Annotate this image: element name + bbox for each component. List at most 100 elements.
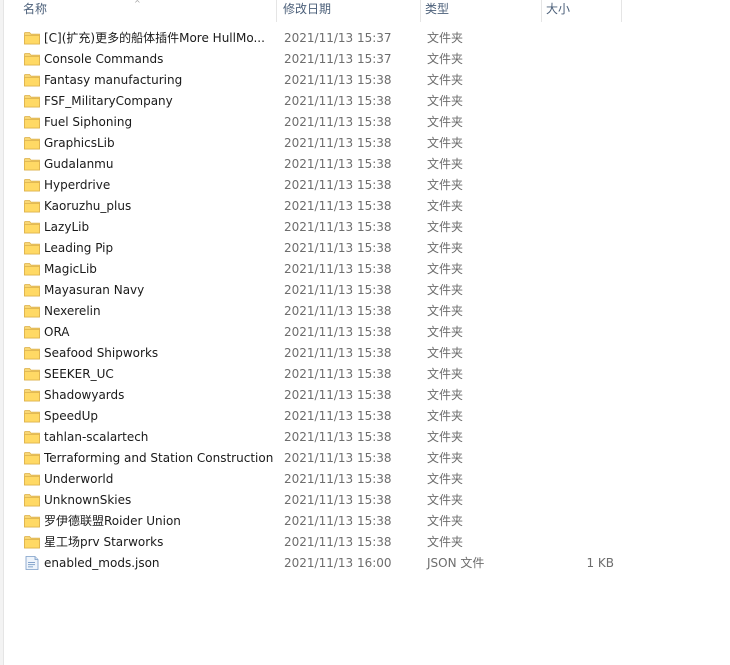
file-type: 文件夹 [427,451,464,465]
file-row[interactable]: ORA 2021/11/13 15:38 文件夹 [0,321,730,342]
file-row[interactable]: MagicLib 2021/11/13 15:38 文件夹 [0,258,730,279]
file-name-cell: UnknownSkies [0,493,280,507]
file-row[interactable]: Shadowyards 2021/11/13 15:38 文件夹 [0,384,730,405]
file-row[interactable]: tahlan-scalartech 2021/11/13 15:38 文件夹 [0,426,730,447]
file-row[interactable]: 星工场prv Starworks 2021/11/13 15:38 文件夹 [0,531,730,552]
column-header-size[interactable]: 大小 [542,0,622,22]
file-name-label: SpeedUp [44,408,99,423]
modified-date: 2021/11/13 15:37 [284,30,392,45]
file-row[interactable]: Underworld 2021/11/13 15:38 文件夹 [0,468,730,489]
file-name-cell: Underworld [0,472,280,486]
file-row[interactable]: UnknownSkies 2021/11/13 15:38 文件夹 [0,489,730,510]
modified-date: 2021/11/13 15:38 [284,261,392,276]
file-name-cell: 星工场prv Starworks [0,533,280,550]
file-row[interactable]: Hyperdrive 2021/11/13 15:38 文件夹 [0,174,730,195]
file-row[interactable]: Nexerelin 2021/11/13 15:38 文件夹 [0,300,730,321]
file-row[interactable]: enabled_mods.json 2021/11/13 16:00 JSON 文件… [0,552,730,573]
file-name-label: Terraforming and Station Construction [44,450,274,465]
file-name-label: Nexerelin [44,303,101,318]
file-name-label: Hyperdrive [44,177,111,192]
folder-icon [24,241,40,255]
file-name-cell: Fuel Siphoning [0,115,280,129]
file-row[interactable]: Fuel Siphoning 2021/11/13 15:38 文件夹 [0,111,730,132]
folder-icon [24,220,40,234]
file-name-cell: LazyLib [0,220,280,234]
file-row[interactable]: SpeedUp 2021/11/13 15:38 文件夹 [0,405,730,426]
file-type: 文件夹 [427,220,464,234]
modified-date: 2021/11/13 15:38 [284,303,392,318]
modified-date: 2021/11/13 15:38 [284,513,392,528]
modified-date: 2021/11/13 15:38 [284,114,392,129]
modified-date: 2021/11/13 15:38 [284,534,392,549]
file-type: 文件夹 [427,346,464,360]
json-file-icon [24,556,40,570]
file-row[interactable]: [C](扩充)更多的船体插件More HullMo... 2021/11/13 1… [0,27,730,48]
file-row[interactable]: Leading Pip 2021/11/13 15:38 文件夹 [0,237,730,258]
file-name-label: enabled_mods.json [44,555,160,570]
file-list: [C](扩充)更多的船体插件More HullMo... 2021/11/13 1… [0,27,730,573]
modified-date: 2021/11/13 15:38 [284,324,392,339]
file-type: 文件夹 [427,31,464,45]
file-name-cell: Terraforming and Station Construction [0,451,280,465]
file-type: 文件夹 [427,409,464,423]
modified-date: 2021/11/13 15:38 [284,135,392,150]
file-row[interactable]: Mayasuran Navy 2021/11/13 15:38 文件夹 [0,279,730,300]
file-name-cell: ORA [0,325,280,339]
modified-date: 2021/11/13 15:38 [284,240,392,255]
file-name-label: Leading Pip [44,240,114,255]
file-row[interactable]: Fantasy manufacturing 2021/11/13 15:38 文件夹 [0,69,730,90]
file-name-cell: MagicLib [0,262,280,276]
folder-icon [24,472,40,486]
file-row[interactable]: Kaoruzhu_plus 2021/11/13 15:38 文件夹 [0,195,730,216]
column-header-type[interactable]: 类型 [421,0,542,22]
file-row[interactable]: Gudalanmu 2021/11/13 15:38 文件夹 [0,153,730,174]
file-type: 文件夹 [427,136,464,150]
file-row[interactable]: 罗伊德联盟Roider Union 2021/11/13 15:38 文件夹 [0,510,730,531]
file-name-label: 罗伊德联盟Roider Union [44,514,181,528]
folder-icon [24,367,40,381]
column-header-date[interactable]: 修改日期 [277,0,421,22]
folder-icon [24,94,40,108]
sort-ascending-icon: ^ [134,0,141,8]
file-name-label: ORA [44,324,70,339]
file-name-label: Shadowyards [44,387,125,402]
file-name-label: Gudalanmu [44,156,114,171]
file-type: 文件夹 [427,367,464,381]
folder-icon [24,157,40,171]
file-name-label: GraphicsLib [44,135,115,150]
file-name-label: Seafood Shipworks [44,345,159,360]
file-type: 文件夹 [427,472,464,486]
file-row[interactable]: SEEKER_UC 2021/11/13 15:38 文件夹 [0,363,730,384]
file-name-label: SEEKER_UC [44,366,114,381]
folder-icon [24,115,40,129]
file-name-cell: [C](扩充)更多的船体插件More HullMo... [0,29,280,46]
folder-icon [24,346,40,360]
folder-icon [24,52,40,66]
file-name-cell: 罗伊德联盟Roider Union [0,512,280,529]
file-type: 文件夹 [427,388,464,402]
folder-icon [24,451,40,465]
file-type: 文件夹 [427,304,464,318]
file-name-cell: Hyperdrive [0,178,280,192]
file-name-label: FSF_MilitaryCompany [44,93,173,108]
modified-date: 2021/11/13 15:38 [284,450,392,465]
file-name-cell: enabled_mods.json [0,555,280,570]
file-name-label: MagicLib [44,261,97,276]
file-name-cell: tahlan-scalartech [0,430,280,444]
column-header-name[interactable]: ^ 名称 [4,0,277,22]
file-row[interactable]: GraphicsLib 2021/11/13 15:38 文件夹 [0,132,730,153]
file-size: 1 KB [586,555,614,570]
file-row[interactable]: Console Commands 2021/11/13 15:37 文件夹 [0,48,730,69]
file-row[interactable]: FSF_MilitaryCompany 2021/11/13 15:38 文件夹 [0,90,730,111]
folder-icon [24,325,40,339]
file-type: 文件夹 [427,73,464,87]
file-type: 文件夹 [427,493,464,507]
file-name-cell: GraphicsLib [0,136,280,150]
folder-icon [24,283,40,297]
file-row[interactable]: LazyLib 2021/11/13 15:38 文件夹 [0,216,730,237]
modified-date: 2021/11/13 15:38 [284,471,392,486]
file-row[interactable]: Terraforming and Station Construction 202… [0,447,730,468]
file-type: 文件夹 [427,178,464,192]
modified-date: 2021/11/13 15:38 [284,219,392,234]
file-row[interactable]: Seafood Shipworks 2021/11/13 15:38 文件夹 [0,342,730,363]
